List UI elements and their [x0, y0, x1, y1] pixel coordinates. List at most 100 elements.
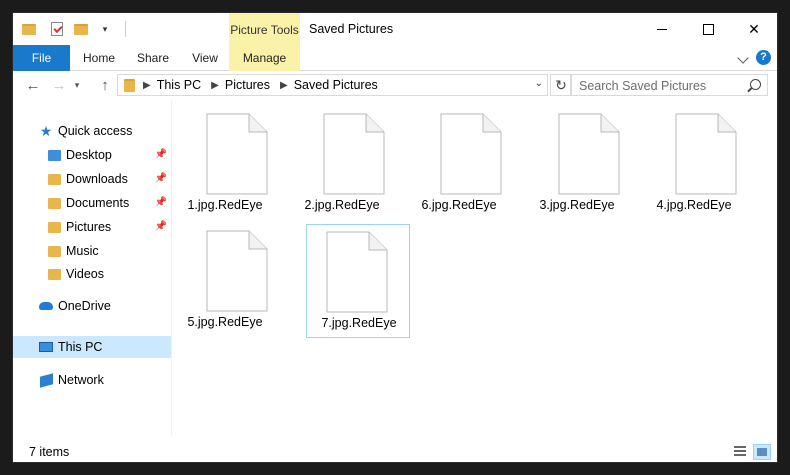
breadcrumb-pictures[interactable]: Pictures [225, 78, 270, 92]
sidebar-item-label: Downloads [66, 172, 128, 186]
file-name: 6.jpg.RedEye [421, 198, 497, 212]
details-view-button[interactable] [731, 444, 749, 460]
desktop-folder-icon [47, 148, 61, 162]
network-icon [39, 372, 53, 388]
file-name: 4.jpg.RedEye [656, 198, 732, 212]
address-dropdown-icon[interactable]: ⌄ [535, 78, 543, 89]
sidebar-item-this-pc[interactable]: This PC [13, 336, 171, 358]
pin-icon[interactable]: 📌 [155, 173, 167, 184]
sidebar-item-label: Network [58, 373, 104, 387]
file-item[interactable]: 5.jpg.RedEye [173, 224, 277, 338]
sidebar-item-label: Videos [66, 267, 104, 281]
customize-toolbar-chevron-icon[interactable]: ▾ [97, 21, 113, 37]
folder-icon [21, 21, 37, 37]
back-arrow-icon: ← [25, 76, 41, 94]
search-input[interactable] [577, 76, 731, 96]
up-arrow-icon: ↑ [101, 76, 109, 94]
tab-view[interactable]: View [181, 45, 229, 71]
sidebar-item-music[interactable]: Music [13, 240, 171, 262]
window-title: Saved Pictures [309, 22, 394, 36]
close-icon: ✕ [748, 20, 760, 37]
sidebar-item-documents[interactable]: Documents 📌 [13, 192, 171, 214]
tab-home[interactable]: Home [75, 45, 123, 71]
status-bar: 7 items [13, 441, 777, 462]
properties-icon[interactable] [49, 21, 65, 37]
file-icon [206, 113, 268, 195]
file-item[interactable]: 6.jpg.RedEye [407, 107, 511, 221]
picture-tools-header: Picture Tools [229, 13, 300, 45]
file-list: 1.jpg.RedEye 2.jpg.RedEye 6.jpg.RedEye 3… [173, 100, 777, 435]
file-icon [440, 113, 502, 195]
up-button[interactable]: ↑ [95, 75, 115, 95]
documents-folder-icon [47, 196, 61, 210]
file-item[interactable]: 1.jpg.RedEye [173, 107, 277, 221]
file-name: 7.jpg.RedEye [321, 316, 397, 330]
pin-icon[interactable]: 📌 [155, 221, 167, 232]
search-icon [750, 79, 761, 90]
file-item-selected[interactable]: 7.jpg.RedEye [306, 224, 410, 338]
close-button[interactable]: ✕ [731, 13, 777, 45]
file-icon [558, 113, 620, 195]
navigation-bar: ← → ▾ ↑ ▶ This PC ▶ Pictures ▶ Saved Pic… [13, 71, 777, 100]
chevron-right-icon: ▶ [211, 79, 219, 91]
title-bar: ▾ Picture Tools Saved Pictures ✕ [13, 13, 777, 45]
sidebar-item-quick-access[interactable]: ★ Quick access [13, 120, 171, 142]
refresh-button[interactable]: ↻ [550, 74, 572, 96]
item-count: 7 items [29, 445, 70, 459]
chevron-down-icon: ▾ [74, 79, 80, 90]
breadcrumb-this-pc[interactable]: This PC [157, 78, 201, 92]
ribbon-tabs: File Home Share View Manage ? [13, 45, 777, 71]
tab-share[interactable]: Share [129, 45, 177, 71]
computer-icon [39, 340, 53, 354]
file-item[interactable]: 4.jpg.RedEye [642, 107, 746, 221]
music-folder-icon [47, 244, 61, 258]
recent-locations-button[interactable]: ▾ [71, 75, 83, 95]
sidebar-item-label: Documents [66, 196, 130, 210]
pictures-folder-icon [47, 220, 61, 234]
sidebar-item-onedrive[interactable]: OneDrive [13, 295, 171, 317]
downloads-folder-icon [47, 172, 61, 186]
file-name: 5.jpg.RedEye [187, 315, 263, 329]
sidebar-item-label: This PC [58, 340, 103, 354]
breadcrumb-saved-pictures[interactable]: Saved Pictures [294, 78, 378, 92]
file-icon [326, 231, 388, 313]
minimize-icon [657, 28, 667, 30]
pin-icon[interactable]: 📌 [155, 149, 167, 160]
pin-icon[interactable]: 📌 [155, 197, 167, 208]
star-icon: ★ [39, 122, 53, 139]
chevron-right-icon: ▶ [280, 79, 288, 91]
sidebar-item-label: Desktop [66, 148, 112, 162]
sidebar-item-desktop[interactable]: Desktop 📌 [13, 144, 171, 166]
address-bar[interactable]: ▶ This PC ▶ Pictures ▶ Saved Pictures ⌄ [117, 74, 548, 96]
file-icon [206, 230, 268, 312]
help-icon[interactable]: ? [756, 50, 771, 65]
tab-file[interactable]: File [13, 45, 70, 71]
pane-divider[interactable] [171, 100, 172, 435]
forward-button[interactable]: → [49, 75, 69, 95]
search-box[interactable] [570, 74, 768, 96]
sidebar-item-pictures[interactable]: Pictures 📌 [13, 216, 171, 238]
sidebar-item-downloads[interactable]: Downloads 📌 [13, 168, 171, 190]
new-folder-icon[interactable] [73, 21, 89, 37]
minimize-button[interactable] [639, 13, 685, 45]
sidebar-item-label: Music [66, 244, 99, 258]
explorer-window: ▾ Picture Tools Saved Pictures ✕ File Ho… [12, 12, 778, 463]
back-button[interactable]: ← [23, 75, 43, 95]
sidebar-item-network[interactable]: Network [13, 369, 171, 391]
file-item[interactable]: 2.jpg.RedEye [290, 107, 394, 221]
file-name: 3.jpg.RedEye [539, 198, 615, 212]
refresh-icon: ↻ [555, 76, 567, 93]
maximize-button[interactable] [685, 13, 731, 45]
sidebar-item-label: Quick access [58, 124, 133, 138]
tab-manage[interactable]: Manage [229, 45, 300, 71]
file-name: 1.jpg.RedEye [187, 198, 263, 212]
sidebar-item-videos[interactable]: Videos [13, 263, 171, 285]
videos-folder-icon [47, 267, 61, 281]
forward-arrow-icon: → [51, 76, 67, 94]
large-icons-view-button[interactable] [753, 444, 771, 460]
chevron-right-icon: ▶ [143, 79, 151, 91]
file-item[interactable]: 3.jpg.RedEye [525, 107, 629, 221]
maximize-icon [702, 23, 714, 35]
navigation-pane: ★ Quick access Desktop 📌 Downloads 📌 Doc… [13, 100, 171, 435]
expand-ribbon-chevron-icon[interactable] [737, 52, 749, 64]
